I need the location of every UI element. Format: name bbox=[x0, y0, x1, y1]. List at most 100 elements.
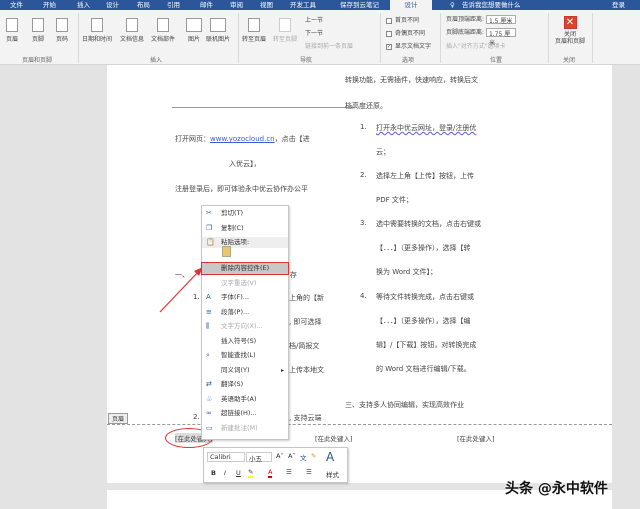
font-select[interactable]: Calibri bbox=[207, 452, 245, 462]
doc-text: 选中需要转换的文档，点击右键或 bbox=[376, 220, 481, 228]
group-label: 页眉和页脚 bbox=[22, 57, 53, 64]
login-link[interactable]: 登录 bbox=[612, 0, 625, 10]
doc-info-button[interactable]: 文档信息 bbox=[120, 18, 144, 43]
context-menu-item[interactable]: 同义词(Y) ▸ bbox=[202, 365, 288, 376]
list-number: 3. bbox=[360, 219, 367, 227]
checkmark-icon: ✓ bbox=[386, 43, 392, 50]
context-menu-item[interactable]: ▭ 新建批注(M) bbox=[202, 423, 288, 434]
yozocloud-link[interactable]: www.yozocloud.cn bbox=[210, 135, 275, 143]
date-time-button[interactable]: 日期和时间 bbox=[82, 18, 112, 43]
tab-save-cloud[interactable]: 保存到云笔记 bbox=[340, 0, 379, 10]
footer-button[interactable]: 页脚 bbox=[32, 18, 44, 43]
goto-header-button[interactable]: 转至页眉 bbox=[242, 18, 266, 43]
goto-footer-button[interactable]: 转至页脚 bbox=[273, 18, 297, 43]
context-menu-item[interactable]: ❐ 复制(C) bbox=[202, 223, 288, 234]
goto-footer-icon bbox=[279, 18, 291, 32]
context-menu-item[interactable]: A 字体(F)... bbox=[202, 292, 288, 303]
grow-font-icon[interactable]: A˄ bbox=[276, 452, 284, 460]
tab-mailings[interactable]: 邮件 bbox=[200, 0, 213, 10]
tell-me-search[interactable]: 告诉我您想要做什么 bbox=[462, 0, 521, 10]
context-menu-item[interactable]: ⌕ 智能查找(L) bbox=[202, 350, 288, 361]
horizontal-rule bbox=[172, 107, 354, 108]
phonetic-guide-icon[interactable]: 文 bbox=[300, 452, 307, 462]
divider bbox=[440, 13, 441, 63]
tab-design[interactable]: 设计 bbox=[106, 0, 119, 10]
bold-button[interactable]: B bbox=[211, 469, 216, 477]
header-field-right[interactable]: [在此处键入] bbox=[457, 433, 495, 443]
doc-info-icon bbox=[126, 18, 138, 32]
tab-review[interactable]: 审阅 bbox=[230, 0, 243, 10]
doc-text: 【．．．】（更多操作），选择【转 bbox=[376, 244, 471, 252]
calendar-icon bbox=[91, 18, 103, 32]
insert-alignment-tab-button[interactable]: 插入"对齐方式"选项卡 bbox=[446, 41, 506, 50]
text-direction-icon: ⫼ bbox=[206, 322, 210, 330]
section-heading: 三、支持多人协同编辑，实现高效作业 bbox=[345, 401, 464, 409]
search-icon: ⌕ bbox=[206, 351, 210, 359]
doc-text: 的 Word 文档进行编辑/下载。 bbox=[376, 365, 471, 373]
context-menu-item[interactable]: ✂ 剪切(T) bbox=[202, 208, 288, 219]
numbering-icon[interactable]: ☰ bbox=[306, 468, 312, 476]
context-menu-item[interactable]: 插入符号(S) bbox=[202, 336, 288, 347]
prev-section-button[interactable]: 上一节 bbox=[305, 15, 323, 24]
shrink-font-icon[interactable]: A˅ bbox=[288, 452, 296, 460]
different-first-page-checkbox[interactable]: 首页不同 bbox=[386, 15, 419, 24]
header-boundary bbox=[107, 424, 612, 425]
font-icon: A bbox=[206, 293, 211, 301]
tab-view[interactable]: 视图 bbox=[260, 0, 273, 10]
header-button[interactable]: 页眉 bbox=[6, 18, 18, 43]
english-assistant-icon: ♧ bbox=[206, 394, 213, 403]
context-menu-item[interactable]: 📋 粘贴选项: bbox=[202, 237, 288, 248]
context-menu-item[interactable]: ∞ 超链接(H)... bbox=[202, 408, 288, 419]
list-number: 1. bbox=[360, 123, 367, 131]
tab-developer[interactable]: 开发工具 bbox=[290, 0, 316, 10]
format-painter-icon[interactable]: ✎ bbox=[311, 452, 316, 460]
header-field-center[interactable]: [在此处键入] bbox=[315, 433, 353, 443]
tab-references[interactable]: 引用 bbox=[167, 0, 180, 10]
context-menu-item[interactable]: ♧ 英语助手(A) bbox=[202, 394, 288, 405]
tab-home[interactable]: 开始 bbox=[43, 0, 56, 10]
context-menu-item[interactable]: ≡ 段落(P)... bbox=[202, 307, 288, 318]
mini-toolbar: Calibri 小五 A˄ A˅ 文 ✎ A 样式 B I U ✎ A ☰ ☰ bbox=[203, 447, 348, 483]
show-doc-text-checkbox[interactable]: ✓ 显示文档文字 bbox=[386, 41, 431, 50]
footer-distance-input[interactable]: 1.75 厘米 bbox=[485, 28, 516, 47]
context-menu-item[interactable]: 汉字重选(V) bbox=[202, 278, 288, 289]
next-section-button[interactable]: 下一节 bbox=[305, 28, 323, 37]
font-size-select[interactable]: 小五 bbox=[246, 452, 272, 463]
underline-button[interactable]: U bbox=[236, 469, 241, 477]
menu-item-label: 删除内容控件(E) bbox=[221, 264, 270, 272]
tab-layout[interactable]: 布局 bbox=[137, 0, 150, 10]
picture-button[interactable]: 图片 bbox=[186, 18, 202, 43]
menu-item-label: 英语助手(A) bbox=[221, 394, 257, 403]
quick-parts-button[interactable]: 文档部件 bbox=[151, 18, 175, 43]
page-number-button[interactable]: 页码 bbox=[56, 18, 68, 43]
doc-text: 上角的【新 bbox=[289, 294, 324, 302]
tab-file[interactable]: 文件 bbox=[10, 0, 23, 10]
paste-keep-text-icon[interactable] bbox=[222, 246, 231, 257]
styles-icon[interactable]: A bbox=[326, 450, 334, 464]
menu-item-label: 汉字重选(V) bbox=[221, 278, 257, 287]
doc-text: 换为 Word 文件】； bbox=[376, 268, 437, 276]
checkbox-icon bbox=[386, 30, 392, 37]
different-odd-even-checkbox[interactable]: 奇偶页不同 bbox=[386, 28, 425, 37]
page-number-icon bbox=[56, 18, 68, 32]
context-menu-item[interactable]: ⇄ 翻译(S) bbox=[202, 379, 288, 390]
header-distance-input[interactable]: 1.5 厘米 bbox=[485, 15, 516, 25]
online-picture-button[interactable]: 联机图片 bbox=[206, 18, 230, 43]
document-page[interactable]: 打开网页：www.yozocloud.cn，点击【进 入优云】， 注册登录后，即… bbox=[107, 65, 612, 483]
link-previous-button[interactable]: 链接到前一条页眉 bbox=[305, 41, 353, 50]
close-header-footer-button[interactable]: ✕ 关闭 页眉和页脚 bbox=[552, 16, 588, 45]
context-menu-item[interactable]: ⫼ 文字方向(X)... bbox=[202, 321, 288, 332]
menu-item-label: 智能查找(L) bbox=[221, 351, 256, 359]
doc-text: 等待文件转换完成，点击右键或 bbox=[376, 293, 474, 301]
hyperlink-icon: ∞ bbox=[206, 409, 212, 417]
context-menu-item[interactable]: 删除内容控件(E) bbox=[201, 262, 289, 275]
tab-insert[interactable]: 插入 bbox=[77, 0, 90, 10]
doc-text: 上传本地文 bbox=[289, 366, 324, 374]
highlight-icon[interactable]: ✎ bbox=[248, 468, 254, 478]
styles-button[interactable]: 样式 bbox=[326, 469, 339, 479]
italic-button[interactable]: I bbox=[224, 469, 226, 477]
list-number: 1. bbox=[193, 293, 200, 301]
tab-hf-design[interactable]: 设计 bbox=[390, 0, 432, 10]
font-color-icon[interactable]: A bbox=[268, 468, 273, 478]
bullets-icon[interactable]: ☰ bbox=[286, 468, 292, 476]
